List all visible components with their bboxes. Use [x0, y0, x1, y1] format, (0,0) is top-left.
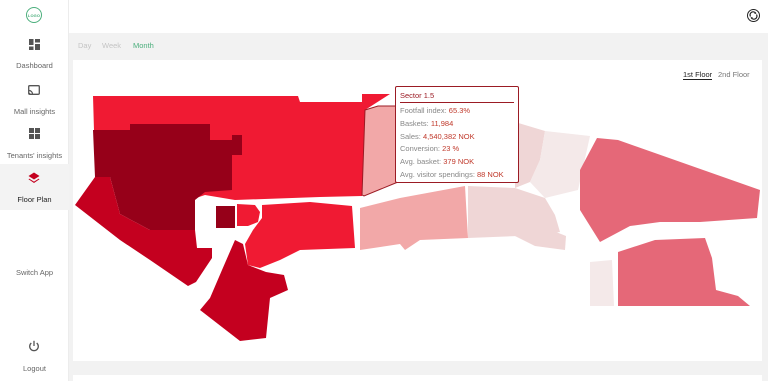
sidebar: LOGO Dashboard Mall insights Tenants' in…: [0, 0, 69, 381]
sidebar-item-switch-app[interactable]: Switch App: [0, 262, 69, 286]
sector-middle-strong[interactable]: [245, 202, 355, 268]
sidebar-item-floor-plan[interactable]: Floor Plan: [0, 164, 69, 210]
tooltip-row: Conversion: 23 %: [400, 143, 514, 156]
sidebar-item-label: Tenants' insights: [6, 151, 63, 160]
sector-light-lower[interactable]: [360, 186, 468, 250]
sidebar-item-logout[interactable]: Logout: [0, 338, 69, 376]
tooltip-label: Avg. basket:: [400, 157, 444, 167]
tab-month[interactable]: Month: [133, 41, 154, 50]
next-card-edge: [73, 375, 762, 381]
sidebar-item-dashboard[interactable]: Dashboard: [0, 36, 69, 74]
tooltip-row: Footfall index: 65.3%: [400, 105, 514, 118]
sidebar-item-label: Logout: [23, 364, 46, 373]
power-icon: [28, 340, 40, 352]
tooltip-label: Avg. visitor spendings:: [400, 169, 477, 179]
sector-right-top[interactable]: [580, 138, 760, 242]
sector-fountain-dark[interactable]: [216, 206, 235, 228]
sector-1-5[interactable]: [361, 105, 399, 197]
tooltip-label: Sales:: [400, 131, 423, 141]
grid-icon: [28, 127, 40, 139]
sidebar-item-label: Floor Plan: [17, 195, 52, 204]
tooltip-row: Sales: 4,540,382 NOK: [400, 131, 514, 144]
tab-week[interactable]: Week: [102, 41, 121, 50]
layers-icon: [28, 172, 40, 184]
sector-fountain-strong[interactable]: [237, 204, 260, 226]
sidebar-item-tenants-insights[interactable]: Tenants' insights: [0, 124, 69, 162]
tooltip-row: Avg. basket: 379 NOK: [400, 156, 514, 169]
dashboard-icon: [28, 38, 40, 50]
tooltip-label: Footfall index:: [400, 106, 449, 115]
tab-day[interactable]: Day: [78, 41, 91, 50]
tooltip-row: Baskets: 11,984: [400, 118, 514, 131]
app-logo[interactable]: LOGO: [26, 7, 42, 23]
settings-cycle-icon[interactable]: [747, 9, 760, 22]
tooltip-value: 88 NOK: [477, 169, 504, 179]
cast-icon: [28, 84, 40, 96]
sector-right-bottom[interactable]: [618, 238, 750, 306]
tooltip-row: Avg. visitor spendings: 88 NOK: [400, 169, 514, 182]
sidebar-item-mall-insights[interactable]: Mall insights: [0, 80, 69, 118]
sidebar-item-label: Mall insights: [13, 107, 56, 116]
tooltip-title: Sector 1.5: [400, 91, 514, 103]
sector-tooltip: Sector 1.5 Footfall index: 65.3% Baskets…: [395, 86, 519, 183]
top-bar: [69, 0, 768, 33]
tooltip-label: Conversion:: [400, 144, 443, 154]
tooltip-value: 11,984: [430, 118, 454, 128]
tooltip-value: 65.3%: [448, 106, 471, 115]
sector-palest-bottom[interactable]: [590, 260, 614, 306]
tooltip-label: Baskets:: [400, 118, 431, 128]
sidebar-item-label: Switch App: [15, 268, 54, 277]
tooltip-value: 4,540,382 NOK: [422, 131, 475, 141]
tooltip-value: 379 NOK: [443, 157, 475, 167]
sidebar-item-label: Dashboard: [16, 61, 53, 70]
tooltip-value: 23 %: [442, 144, 460, 154]
